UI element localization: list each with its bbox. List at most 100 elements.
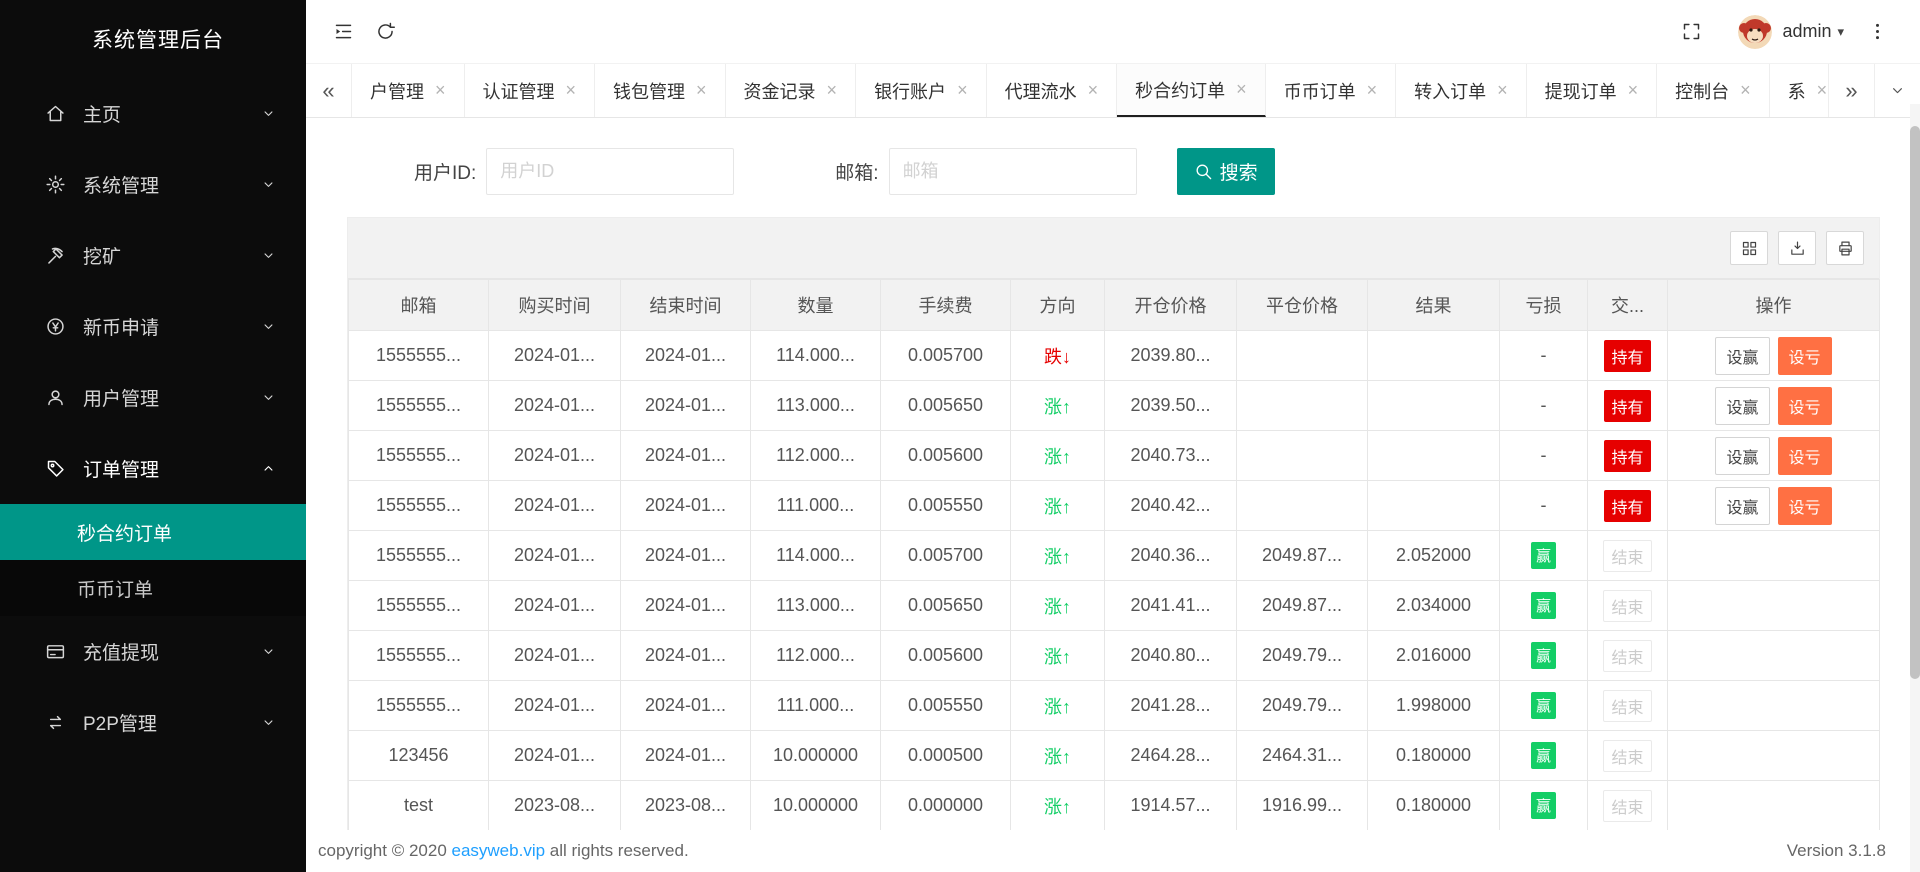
set-loss-button[interactable]: 设亏 (1778, 387, 1832, 425)
tab-wallet-mgmt[interactable]: 钱包管理× (595, 64, 726, 117)
refresh-button[interactable] (364, 11, 406, 53)
table-row: 1555555...2024-01...2024-01...114.000...… (349, 331, 1880, 381)
tab-close-icon[interactable]: × (566, 80, 577, 101)
tab-withdraw-orders[interactable]: 提现订单× (1527, 64, 1658, 117)
fee-value: 0.005550 (908, 495, 983, 515)
avatar[interactable] (1738, 15, 1772, 49)
tab-close-icon[interactable]: × (1817, 80, 1828, 101)
cell-close-price (1237, 431, 1368, 481)
export-button[interactable] (1778, 231, 1816, 265)
tab-close-icon[interactable]: × (696, 80, 707, 101)
tab-close-icon[interactable]: × (827, 80, 838, 101)
sidebar-item-system-mgmt[interactable]: 系统管理 (0, 149, 306, 220)
set-loss-button[interactable]: 设亏 (1778, 437, 1832, 475)
col-header-fee: 手续费 (881, 280, 1011, 331)
user-menu-caret-icon[interactable]: ▾ (1837, 24, 1844, 40)
username[interactable]: admin (1782, 21, 1831, 42)
email-value: 1555555... (376, 495, 461, 515)
cell-fee: 0.005700 (881, 331, 1011, 381)
user-id-input[interactable] (486, 148, 734, 195)
cell-email: 1555555... (349, 331, 489, 381)
tab-fund-records[interactable]: 资金记录× (726, 64, 857, 117)
scrollbar-thumb[interactable] (1910, 126, 1920, 679)
cell-status: 结束 (1588, 581, 1668, 631)
direction-value: 跌↓ (1044, 347, 1071, 367)
set-win-button[interactable]: 设赢 (1715, 387, 1769, 425)
holding-badge: 持有 (1604, 490, 1650, 522)
table-row: 1555555...2024-01...2024-01...112.000...… (349, 431, 1880, 481)
easyweb-link[interactable]: easyweb.vip (452, 841, 546, 860)
tab-close-icon[interactable]: × (957, 80, 968, 101)
sidebar-item-label: 用户管理 (83, 384, 261, 411)
sidebar-item-home[interactable]: 主页 (0, 78, 306, 149)
cell-fee: 0.000500 (881, 731, 1011, 781)
cell-email: 1555555... (349, 431, 489, 481)
tab-close-icon[interactable]: × (435, 80, 446, 101)
search-button[interactable]: 搜索 (1177, 148, 1275, 195)
copyright-text: copyright © 2020 easyweb.vip all rights … (318, 841, 689, 861)
set-loss-button[interactable]: 设亏 (1778, 337, 1832, 375)
tab-close-icon[interactable]: × (1367, 80, 1378, 101)
tab-close-icon[interactable]: × (1236, 79, 1247, 100)
copyright-suffix: all rights reserved. (545, 841, 689, 860)
tab-second-contract-orders[interactable]: 秒合约订单× (1117, 64, 1266, 117)
tab-transfer-in-orders[interactable]: 转入订单× (1396, 64, 1527, 117)
cell-buy-time: 2024-01... (489, 631, 621, 681)
tab-console[interactable]: 控制台× (1657, 64, 1770, 117)
fullscreen-button[interactable] (1670, 11, 1712, 53)
orders-table: 邮箱购买时间结束时间数量手续费方向开仓价格平仓价格结果亏损交...操作 1555… (348, 279, 1880, 830)
cell-direction: 涨↑ (1011, 681, 1105, 731)
tab-coin-orders[interactable]: 币币订单× (1266, 64, 1397, 117)
more-menu-button[interactable] (1856, 11, 1898, 53)
buy-time-value: 2024-01... (514, 495, 595, 515)
tab-bank-accounts[interactable]: 银行账户× (856, 64, 987, 117)
open-price-value: 2039.50... (1130, 395, 1210, 415)
tab-system-partial[interactable]: 系× (1770, 64, 1828, 117)
tab-close-icon[interactable]: × (1628, 80, 1639, 101)
fee-value: 0.005650 (908, 395, 983, 415)
ended-badge: 结束 (1603, 790, 1651, 822)
col-header-email: 邮箱 (349, 280, 489, 331)
set-loss-button[interactable]: 设亏 (1778, 487, 1832, 525)
table-row: 1555555...2024-01...2024-01...113.000...… (349, 581, 1880, 631)
sidebar-item-mining[interactable]: 挖矿 (0, 220, 306, 291)
sidebar-item-recharge-withdraw[interactable]: 充值提现 (0, 616, 306, 687)
tab-user-mgmt[interactable]: 户管理× (352, 64, 465, 117)
cell-status: 结束 (1588, 531, 1668, 581)
double-chevron-left-icon: « (322, 78, 334, 104)
tab-close-icon[interactable]: × (1497, 80, 1508, 101)
sidebar-subitem-coin-orders[interactable]: 币币订单 (0, 560, 306, 616)
ended-badge: 结束 (1603, 640, 1651, 672)
tab-agent-flow[interactable]: 代理流水× (987, 64, 1118, 117)
set-win-button[interactable]: 设赢 (1715, 487, 1769, 525)
tab-close-icon[interactable]: × (1088, 80, 1099, 101)
sidebar-toggle-button[interactable] (322, 11, 364, 53)
fee-value: 0.005700 (908, 545, 983, 565)
cell-buy-time: 2023-08... (489, 781, 621, 831)
cell-status: 持有 (1588, 431, 1668, 481)
tabs-scroll-left-button[interactable]: « (306, 64, 352, 117)
email-input[interactable] (889, 148, 1137, 195)
set-win-button[interactable]: 设赢 (1715, 337, 1769, 375)
sidebar-item-new-coin-apply[interactable]: 新币申请 (0, 291, 306, 362)
table-row: 1234562024-01...2024-01...10.0000000.000… (349, 731, 1880, 781)
col-header-close-price: 平仓价格 (1237, 280, 1368, 331)
cell-close-price: 1916.99... (1237, 781, 1368, 831)
page-scrollbar[interactable] (1910, 104, 1920, 872)
sidebar-item-p2p-mgmt[interactable]: P2P管理 (0, 687, 306, 758)
table-row: 1555555...2024-01...2024-01...113.000...… (349, 381, 1880, 431)
set-win-button[interactable]: 设赢 (1715, 437, 1769, 475)
sidebar-item-user-mgmt[interactable]: 用户管理 (0, 362, 306, 433)
cell-open-price: 2039.80... (1105, 331, 1237, 381)
cell-close-price (1237, 331, 1368, 381)
sidebar-subitem-second-contract-orders[interactable]: 秒合约订单 (0, 504, 306, 560)
fee-value: 0.000500 (908, 745, 983, 765)
tabs-scroll-right-button[interactable]: » (1828, 64, 1874, 117)
print-button[interactable] (1826, 231, 1864, 265)
tab-close-icon[interactable]: × (1740, 80, 1751, 101)
columns-toggle-button[interactable] (1730, 231, 1768, 265)
amount-value: 113.000... (776, 395, 855, 415)
columns-icon (1741, 240, 1758, 257)
tab-auth-mgmt[interactable]: 认证管理× (465, 64, 596, 117)
sidebar-item-order-mgmt[interactable]: 订单管理 (0, 433, 306, 504)
